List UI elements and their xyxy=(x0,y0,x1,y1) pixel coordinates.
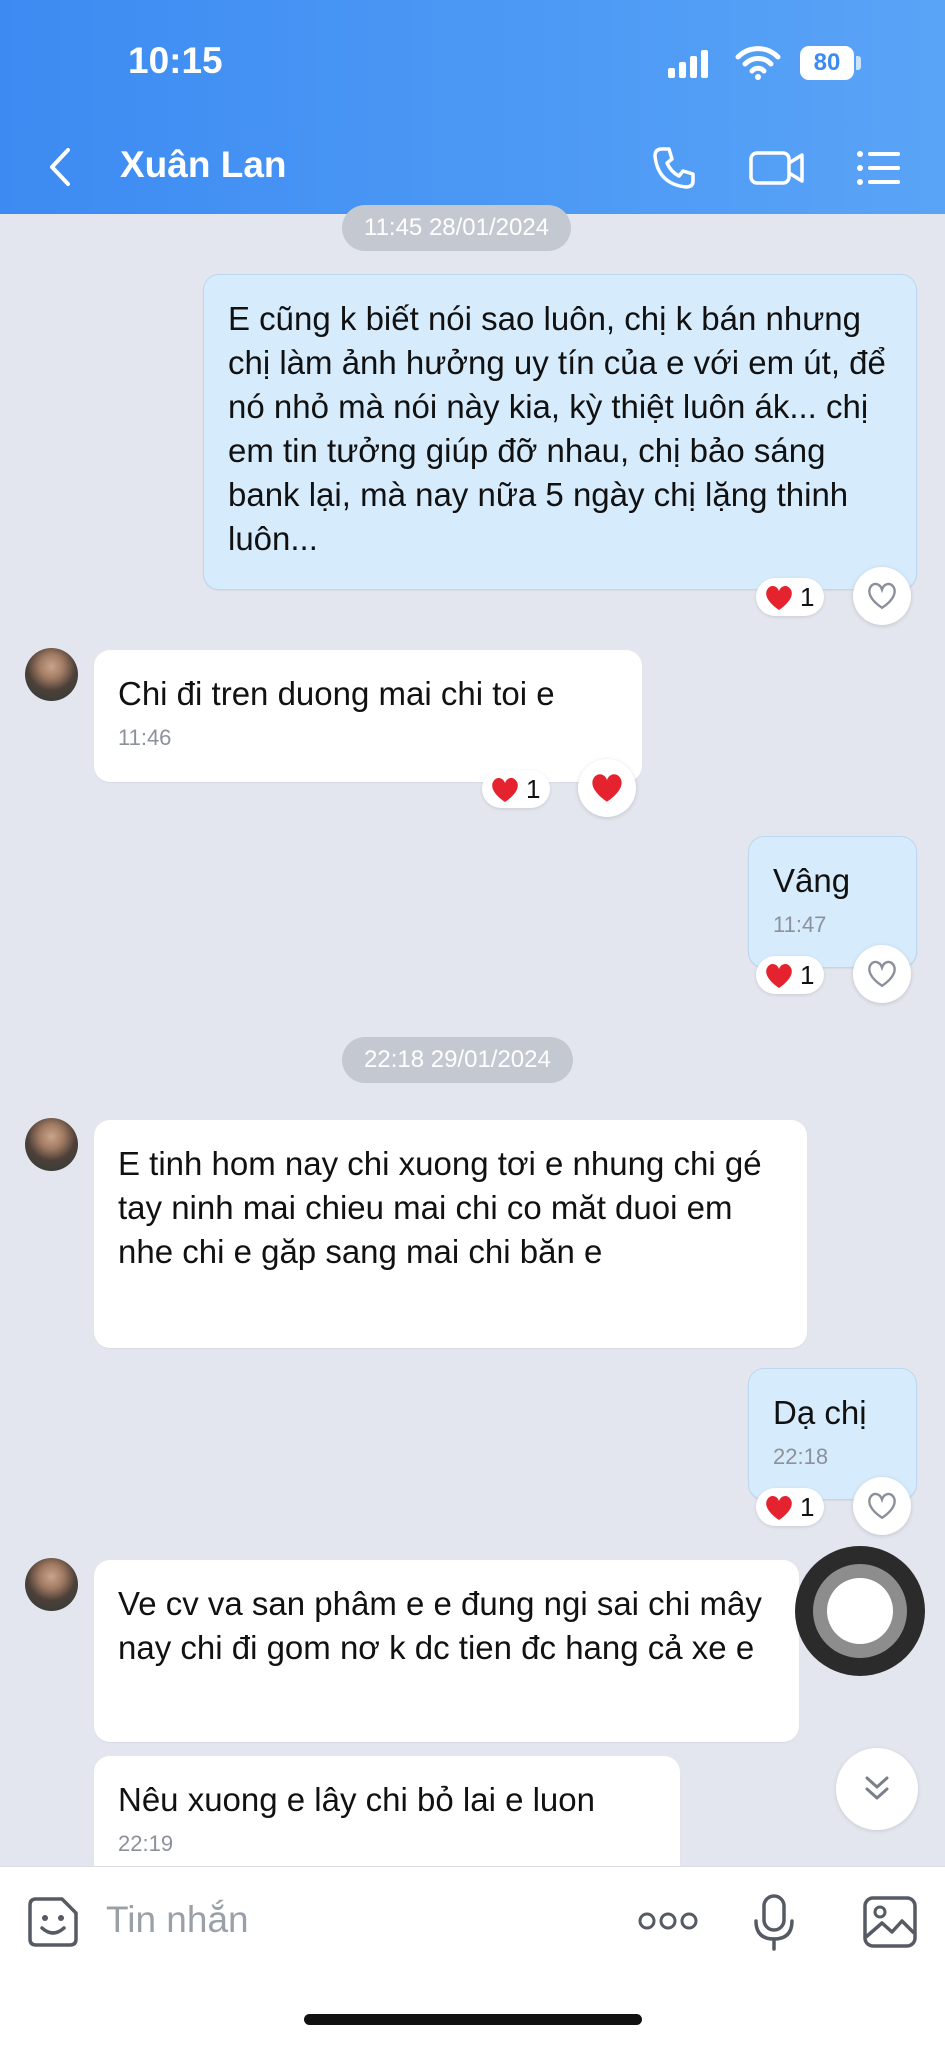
message-composer: Tin nhắn xyxy=(0,1866,945,2049)
assistive-touch-ring xyxy=(813,1564,907,1658)
message-text: Nêu xuong e lây chi bỏ lai e luon xyxy=(118,1781,595,1818)
more-options-icon[interactable] xyxy=(638,1909,698,1933)
avatar[interactable] xyxy=(25,1558,78,1611)
reaction-count-text: 1 xyxy=(800,960,815,990)
wifi-icon xyxy=(735,46,781,80)
reaction-count[interactable]: 1 xyxy=(756,1488,825,1526)
reaction-count[interactable]: 1 xyxy=(756,956,825,994)
status-time: 10:15 xyxy=(128,40,223,81)
scroll-down-button[interactable] xyxy=(836,1748,918,1830)
heart-icon xyxy=(492,777,518,802)
message-time: 11:47 xyxy=(773,912,827,937)
message-text: E cũng k biết nói sao luôn, chị k bán nh… xyxy=(228,300,886,557)
chat-header: 10:15 80 Xuân Lan xyxy=(0,0,945,214)
menu-list-icon[interactable] xyxy=(854,144,902,192)
heart-icon xyxy=(766,963,792,988)
message-bubble-incoming[interactable]: Ve cv va san phâm e e đung ngi sai chi m… xyxy=(94,1560,799,1742)
message-text: Chi đi tren duong mai chi toi e xyxy=(118,675,555,712)
react-button[interactable] xyxy=(853,1477,911,1535)
battery-indicator: 80 xyxy=(800,46,854,80)
date-separator: 22:18 29/01/2024 xyxy=(342,1037,573,1083)
reaction-count[interactable]: 1 xyxy=(756,578,825,616)
assistive-touch-core xyxy=(827,1578,893,1644)
scroll-down-icon xyxy=(865,1776,889,1800)
contact-name[interactable]: Xuân Lan xyxy=(120,144,287,186)
message-text: E tinh hom nay chi xuong tơi e nhung chi… xyxy=(118,1145,762,1270)
message-bubble-outgoing[interactable]: E cũng k biết nói sao luôn, chị k bán nh… xyxy=(203,274,917,590)
date-separator: 11:45 28/01/2024 xyxy=(342,205,572,251)
video-call-icon[interactable] xyxy=(748,144,806,192)
heart-outline-icon xyxy=(868,1492,896,1520)
avatar[interactable] xyxy=(25,648,78,701)
phone-icon[interactable] xyxy=(650,144,698,192)
heart-icon xyxy=(766,585,792,610)
heart-icon xyxy=(592,774,622,802)
home-indicator xyxy=(304,2014,642,2025)
signal-icon xyxy=(668,50,708,78)
message-text: Vâng xyxy=(773,862,851,899)
message-text: Ve cv va san phâm e e đung ngi sai chi m… xyxy=(118,1585,762,1666)
reaction-count[interactable]: 1 xyxy=(482,770,551,808)
message-bubble-incoming[interactable]: Nêu xuong e lây chi bỏ lai e luon 22:19 xyxy=(94,1756,680,1868)
message-bubble-incoming[interactable]: E tinh hom nay chi xuong tơi e nhung chi… xyxy=(94,1120,807,1348)
reaction-count-text: 1 xyxy=(800,582,815,612)
message-bubble-incoming[interactable]: Chi đi tren duong mai chi toi e 11:46 xyxy=(94,650,642,782)
sticker-icon[interactable] xyxy=(26,1895,80,1949)
heart-outline-icon xyxy=(868,960,896,988)
reaction-count-text: 1 xyxy=(800,1492,815,1522)
message-time: 22:18 xyxy=(773,1444,829,1469)
back-chevron-icon[interactable] xyxy=(46,146,74,188)
react-button[interactable] xyxy=(853,945,911,1003)
microphone-icon[interactable] xyxy=(752,1893,796,1953)
message-input[interactable]: Tin nhắn xyxy=(106,1899,249,1941)
avatar[interactable] xyxy=(25,1118,78,1171)
message-time: 22:19 xyxy=(118,1831,174,1856)
react-button-active[interactable] xyxy=(578,759,636,817)
message-time: 11:46 xyxy=(118,725,172,750)
battery-nub xyxy=(856,56,861,70)
heart-outline-icon xyxy=(868,582,896,610)
message-text: Dạ chị xyxy=(773,1394,867,1431)
react-button[interactable] xyxy=(853,567,911,625)
heart-icon xyxy=(766,1495,792,1520)
image-icon[interactable] xyxy=(862,1895,918,1949)
reaction-count-text: 1 xyxy=(526,774,541,804)
assistive-touch-button[interactable] xyxy=(795,1546,925,1676)
